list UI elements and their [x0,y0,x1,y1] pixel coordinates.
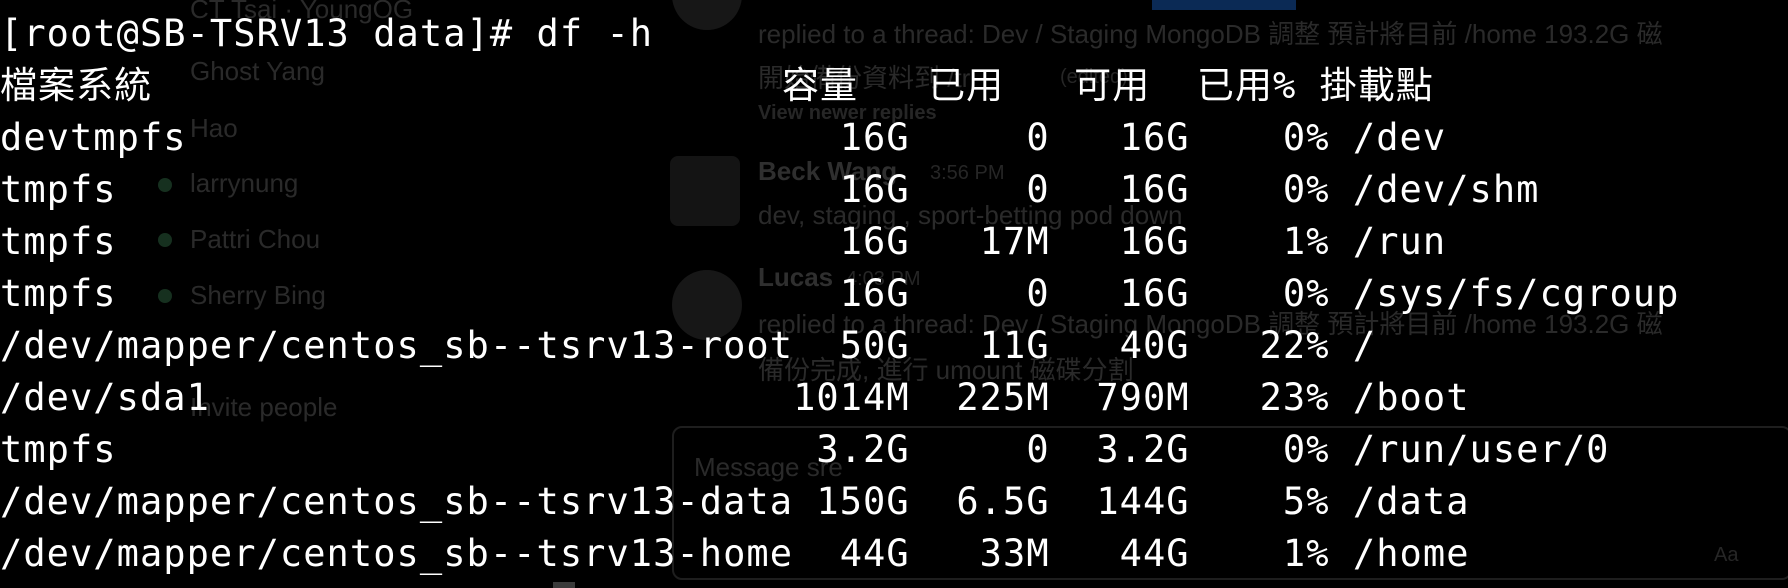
table-header: 檔案系統 容量 已用 可用 已用% 掛載點 [0,64,1434,107]
table-row: tmpfs 16G 0 16G 0% /dev/shm [0,168,1540,211]
format-toggle-icon: Aa [1714,544,1739,566]
table-row: tmpfs 16G 17M 16G 1% /run [0,220,1447,263]
table-row: /dev/mapper/centos_sb--tsrv13-data 150G … [0,480,1470,523]
table-row: /dev/mapper/centos_sb--tsrv13-root 50G 1… [0,324,1377,367]
text-cursor [553,582,575,588]
table-row: tmpfs 3.2G 0 3.2G 0% /run/user/0 [0,428,1610,471]
table-row: /dev/sda1 1014M 225M 790M 23% /boot [0,376,1470,419]
table-row: tmpfs 16G 0 16G 0% /sys/fs/cgroup [0,272,1680,315]
table-row: /dev/mapper/centos_sb--tsrv13-home 44G 3… [0,532,1470,575]
terminal-window[interactable]: CT Tsai · YoungOG Ghost Yang Hao larrynu… [0,0,1788,588]
command-prompt-line: [root@SB-TSRV13 data]# df -h [0,12,654,55]
table-row: devtmpfs 16G 0 16G 0% /dev [0,116,1447,159]
terminal-output: [root@SB-TSRV13 data]# df -h 檔案系統 容量 已用 … [0,8,1679,580]
